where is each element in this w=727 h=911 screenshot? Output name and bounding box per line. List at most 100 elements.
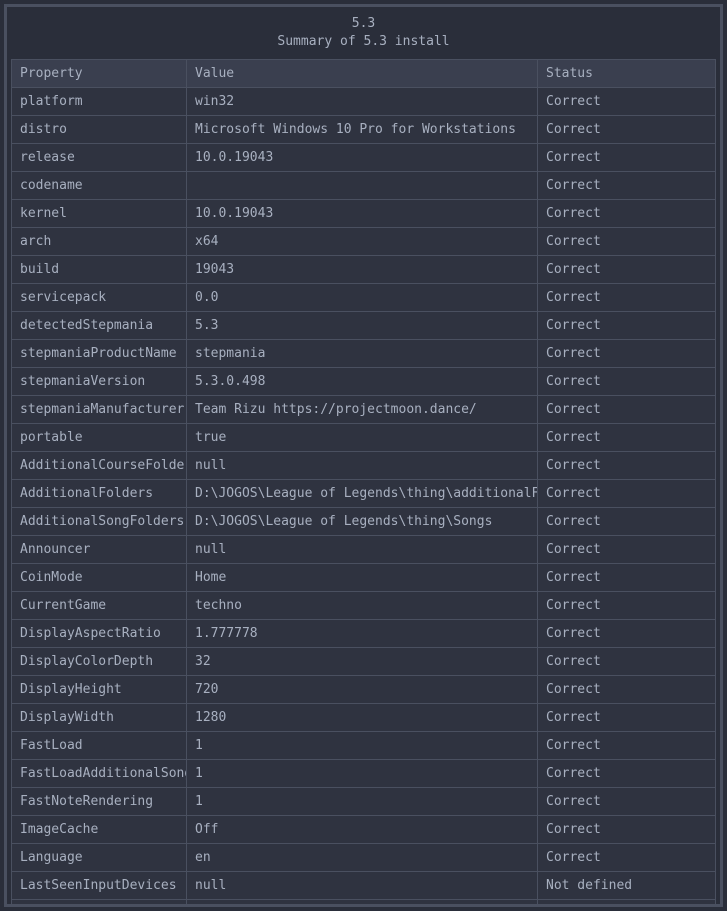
cell-status: Correct bbox=[538, 816, 716, 844]
table-row: kernel10.0.19043Correct bbox=[12, 200, 716, 228]
cell-status: Correct bbox=[538, 592, 716, 620]
cell-status: Correct bbox=[538, 172, 716, 200]
table-row: DisplayColorDepth32Correct bbox=[12, 648, 716, 676]
cell-value: D:\JOGOS\League of Legends\thing\additio… bbox=[187, 480, 538, 508]
cell-value: 1 bbox=[187, 732, 538, 760]
cell-status: Correct bbox=[538, 312, 716, 340]
cell-value: Off bbox=[187, 816, 538, 844]
cell-property: FastLoad bbox=[12, 732, 187, 760]
cell-value: Microsoft Windows 10 Pro for Workstation… bbox=[187, 116, 538, 144]
cell-property: kernel bbox=[12, 200, 187, 228]
cell-property: DisplayAspectRatio bbox=[12, 620, 187, 648]
cell-property: platform bbox=[12, 88, 187, 116]
cell-value: 10.0.19043 bbox=[187, 144, 538, 172]
cell-value: 1 bbox=[187, 788, 538, 816]
cell-status: Correct bbox=[538, 144, 716, 172]
table-row: AdditionalCourseFoldersnullCorrect bbox=[12, 452, 716, 480]
cell-property: release bbox=[12, 144, 187, 172]
column-header-value: Value bbox=[187, 60, 538, 88]
cell-status: Correct bbox=[538, 116, 716, 144]
table-row: DisplayAspectRatio1.777778Correct bbox=[12, 620, 716, 648]
cell-property: Announcer bbox=[12, 536, 187, 564]
cell-status: Not defined bbox=[538, 872, 716, 900]
cell-status: Correct bbox=[538, 844, 716, 872]
table-row: FastLoad1Correct bbox=[12, 732, 716, 760]
cell-status: Correct bbox=[538, 340, 716, 368]
cell-property: codename bbox=[12, 172, 187, 200]
table-row: platformwin32Correct bbox=[12, 88, 716, 116]
cell-status: Correct bbox=[538, 256, 716, 284]
cell-value: 32 bbox=[187, 648, 538, 676]
cell-value: x64 bbox=[187, 228, 538, 256]
table-row: archx64Correct bbox=[12, 228, 716, 256]
table-row: AdditionalSongFoldersD:\JOGOS\League of … bbox=[12, 508, 716, 536]
cell-status: Correct bbox=[538, 760, 716, 788]
cell-status: Correct bbox=[538, 676, 716, 704]
summary-frame: 5.3 Summary of 5.3 install Property Valu… bbox=[4, 4, 723, 907]
table-row: DisplayHeight720Correct bbox=[12, 676, 716, 704]
cell-status: Correct bbox=[538, 564, 716, 592]
table-row: portabletrueCorrect bbox=[12, 424, 716, 452]
table-row: LastSeenMemory2047Correct bbox=[12, 900, 716, 907]
table-row: release10.0.19043Correct bbox=[12, 144, 716, 172]
cell-status: Correct bbox=[538, 732, 716, 760]
table-row: CoinModeHomeCorrect bbox=[12, 564, 716, 592]
cell-property: AdditionalFolders bbox=[12, 480, 187, 508]
cell-status: Correct bbox=[538, 620, 716, 648]
cell-property: LastSeenInputDevices bbox=[12, 872, 187, 900]
table-row: DisplayWidth1280Correct bbox=[12, 704, 716, 732]
cell-property: stepmaniaVersion bbox=[12, 368, 187, 396]
cell-property: ImageCache bbox=[12, 816, 187, 844]
cell-value: techno bbox=[187, 592, 538, 620]
cell-property: portable bbox=[12, 424, 187, 452]
table-row: build19043Correct bbox=[12, 256, 716, 284]
cell-value: 5.3.0.498 bbox=[187, 368, 538, 396]
cell-property: FastNoteRendering bbox=[12, 788, 187, 816]
cell-status: Correct bbox=[538, 704, 716, 732]
cell-value: Home bbox=[187, 564, 538, 592]
cell-status: Correct bbox=[538, 480, 716, 508]
cell-value: 5.3 bbox=[187, 312, 538, 340]
cell-value: D:\JOGOS\League of Legends\thing\Songs bbox=[187, 508, 538, 536]
header: 5.3 Summary of 5.3 install bbox=[11, 11, 716, 59]
table-row: ImageCacheOffCorrect bbox=[12, 816, 716, 844]
table-row: detectedStepmania5.3Correct bbox=[12, 312, 716, 340]
table-row: stepmaniaManufacturerTeam Rizu https://p… bbox=[12, 396, 716, 424]
cell-value bbox=[187, 172, 538, 200]
cell-status: Correct bbox=[538, 536, 716, 564]
cell-status: Correct bbox=[538, 508, 716, 536]
cell-property: stepmaniaManufacturer bbox=[12, 396, 187, 424]
cell-value: 1 bbox=[187, 760, 538, 788]
table-row: AdditionalFoldersD:\JOGOS\League of Lege… bbox=[12, 480, 716, 508]
table-row: stepmaniaVersion5.3.0.498Correct bbox=[12, 368, 716, 396]
table-row: CurrentGametechnoCorrect bbox=[12, 592, 716, 620]
cell-value: 720 bbox=[187, 676, 538, 704]
header-subtitle: Summary of 5.3 install bbox=[11, 33, 716, 51]
cell-value: Team Rizu https://projectmoon.dance/ bbox=[187, 396, 538, 424]
cell-status: Correct bbox=[538, 88, 716, 116]
table-row: LastSeenInputDevicesnullNot defined bbox=[12, 872, 716, 900]
cell-value: null bbox=[187, 452, 538, 480]
cell-status: Correct bbox=[538, 788, 716, 816]
cell-property: CoinMode bbox=[12, 564, 187, 592]
table-row: FastNoteRendering1Correct bbox=[12, 788, 716, 816]
cell-property: detectedStepmania bbox=[12, 312, 187, 340]
cell-value: 0.0 bbox=[187, 284, 538, 312]
header-title: 5.3 bbox=[11, 15, 716, 33]
install-summary-table: Property Value Status platformwin32Corre… bbox=[11, 59, 716, 907]
cell-status: Correct bbox=[538, 452, 716, 480]
cell-value: stepmania bbox=[187, 340, 538, 368]
cell-property: CurrentGame bbox=[12, 592, 187, 620]
cell-property: stepmaniaProductName bbox=[12, 340, 187, 368]
cell-value: 19043 bbox=[187, 256, 538, 284]
cell-status: Correct bbox=[538, 648, 716, 676]
cell-property: LastSeenMemory bbox=[12, 900, 187, 907]
table-row: codename Correct bbox=[12, 172, 716, 200]
table-row: AnnouncernullCorrect bbox=[12, 536, 716, 564]
cell-property: distro bbox=[12, 116, 187, 144]
cell-property: DisplayColorDepth bbox=[12, 648, 187, 676]
cell-property: DisplayHeight bbox=[12, 676, 187, 704]
cell-property: arch bbox=[12, 228, 187, 256]
table-row: distroMicrosoft Windows 10 Pro for Works… bbox=[12, 116, 716, 144]
cell-value: 1.777778 bbox=[187, 620, 538, 648]
